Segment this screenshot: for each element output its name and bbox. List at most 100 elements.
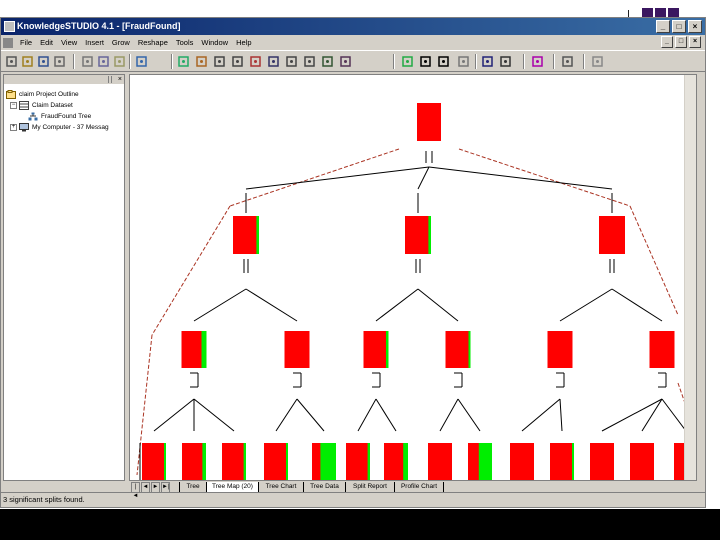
paste-split-icon[interactable] (303, 55, 316, 68)
node-level3[interactable] (264, 443, 288, 480)
outline-item-project[interactable]: claim Project Outline (6, 89, 79, 100)
collapse-icon[interactable]: − (10, 102, 17, 109)
flag-icon[interactable] (591, 55, 604, 68)
menu-view[interactable]: View (57, 35, 81, 50)
chart-alt-icon[interactable] (481, 55, 494, 68)
doc-close-button[interactable]: × (689, 36, 701, 48)
node-level3[interactable] (222, 443, 246, 480)
node-level2[interactable] (445, 331, 471, 368)
node-green-share[interactable] (367, 443, 370, 480)
node-level3[interactable] (182, 443, 206, 480)
node-level2[interactable] (284, 331, 310, 368)
node-level1[interactable] (405, 216, 431, 254)
outline-item-computer[interactable]: + My Computer - 37 Messag (10, 122, 109, 133)
chart-icon[interactable] (457, 55, 470, 68)
node-green-share[interactable] (201, 331, 207, 368)
close-button[interactable]: × (688, 20, 702, 33)
outline-item-dataset[interactable]: − Claim Dataset (10, 100, 73, 111)
frame-line (229, 148, 400, 207)
project-outline-panel: × claim Project Outline − Claim Dataset … (3, 74, 125, 481)
node-level3[interactable] (142, 443, 166, 480)
outline-item-tree[interactable]: FraudFound Tree (28, 111, 91, 122)
expand-icon[interactable]: + (10, 124, 17, 131)
slide-footer-bar (0, 509, 720, 540)
toolbar-separator (393, 54, 395, 69)
node-root[interactable] (417, 103, 441, 141)
title-bar: KnowledgeSTUDIO 4.1 - [FraudFound] _ □ × (1, 18, 705, 35)
node-green-share[interactable] (572, 443, 574, 480)
target-icon[interactable] (531, 55, 544, 68)
node-green-share[interactable] (428, 216, 431, 254)
node-green-share[interactable] (403, 443, 408, 480)
paste-icon[interactable] (113, 55, 126, 68)
node-green-share[interactable] (286, 443, 288, 480)
minimize-button[interactable]: _ (656, 20, 670, 33)
document-icon[interactable] (3, 37, 13, 48)
save-icon[interactable] (37, 55, 50, 68)
find-split-icon[interactable] (195, 55, 208, 68)
node-green-share[interactable] (386, 331, 389, 368)
open-icon[interactable] (21, 55, 34, 68)
expand-icon[interactable] (321, 55, 334, 68)
report-icon[interactable] (437, 55, 450, 68)
node-level3[interactable] (346, 443, 370, 480)
menu-file[interactable]: File (16, 35, 36, 50)
node-green-share[interactable] (202, 443, 206, 480)
node-icon[interactable] (419, 55, 432, 68)
new-icon[interactable] (5, 55, 18, 68)
doc-minimize-button[interactable]: _ (661, 36, 673, 48)
menu-tools[interactable]: Tools (172, 35, 198, 50)
print-icon[interactable] (53, 55, 66, 68)
maximize-button[interactable]: □ (672, 20, 686, 33)
help-icon[interactable] (135, 55, 148, 68)
menu-edit[interactable]: Edit (36, 35, 57, 50)
node-level1[interactable] (233, 216, 259, 254)
connector-line (428, 166, 613, 190)
force-icon[interactable] (267, 55, 280, 68)
menu-insert[interactable]: Insert (81, 35, 108, 50)
cut-icon[interactable] (81, 55, 94, 68)
node-green-share[interactable] (256, 216, 259, 254)
doc-restore-button[interactable]: □ (675, 36, 687, 48)
node-green-share[interactable] (164, 443, 166, 480)
tree-icon[interactable] (401, 55, 414, 68)
grow-all-icon[interactable] (231, 55, 244, 68)
collapse-icon[interactable] (339, 55, 352, 68)
frame-line (629, 205, 679, 316)
node-level1[interactable] (599, 216, 625, 254)
node-level3[interactable] (428, 443, 452, 480)
node-level2[interactable] (649, 331, 675, 368)
node-level3[interactable] (510, 443, 534, 480)
connector-line (559, 288, 613, 322)
outline-item-label: Claim Dataset (32, 102, 73, 109)
toolbar (1, 50, 705, 72)
grow-icon[interactable] (177, 55, 190, 68)
node-level2[interactable] (547, 331, 573, 368)
node-level3[interactable] (590, 443, 614, 480)
copy-split-icon[interactable] (285, 55, 298, 68)
vertical-scrollbar[interactable] (684, 75, 696, 480)
node-green-share[interactable] (468, 331, 471, 368)
connector-line (193, 398, 235, 432)
menu-help[interactable]: Help (232, 35, 255, 50)
node-green-share[interactable] (243, 443, 246, 480)
view-icon[interactable] (561, 55, 574, 68)
menu-grow[interactable]: Grow (108, 35, 134, 50)
toolbar-separator (171, 54, 173, 69)
frame-line (151, 205, 231, 336)
outline-close-button[interactable]: × (118, 75, 122, 84)
node-level3[interactable] (630, 443, 654, 480)
panel-grip[interactable] (108, 76, 112, 83)
person-icon[interactable] (499, 55, 512, 68)
node-level3[interactable] (550, 443, 574, 480)
node-green-share[interactable] (478, 443, 492, 480)
grow-level-icon[interactable] (213, 55, 226, 68)
prune-icon[interactable] (249, 55, 262, 68)
menu-reshape[interactable]: Reshape (134, 35, 172, 50)
node-level3[interactable] (674, 443, 684, 480)
copy-icon[interactable] (97, 55, 110, 68)
node-level2[interactable] (363, 331, 389, 368)
menu-window[interactable]: Window (197, 35, 232, 50)
frame-line (458, 148, 631, 207)
node-green-share[interactable] (320, 443, 336, 480)
